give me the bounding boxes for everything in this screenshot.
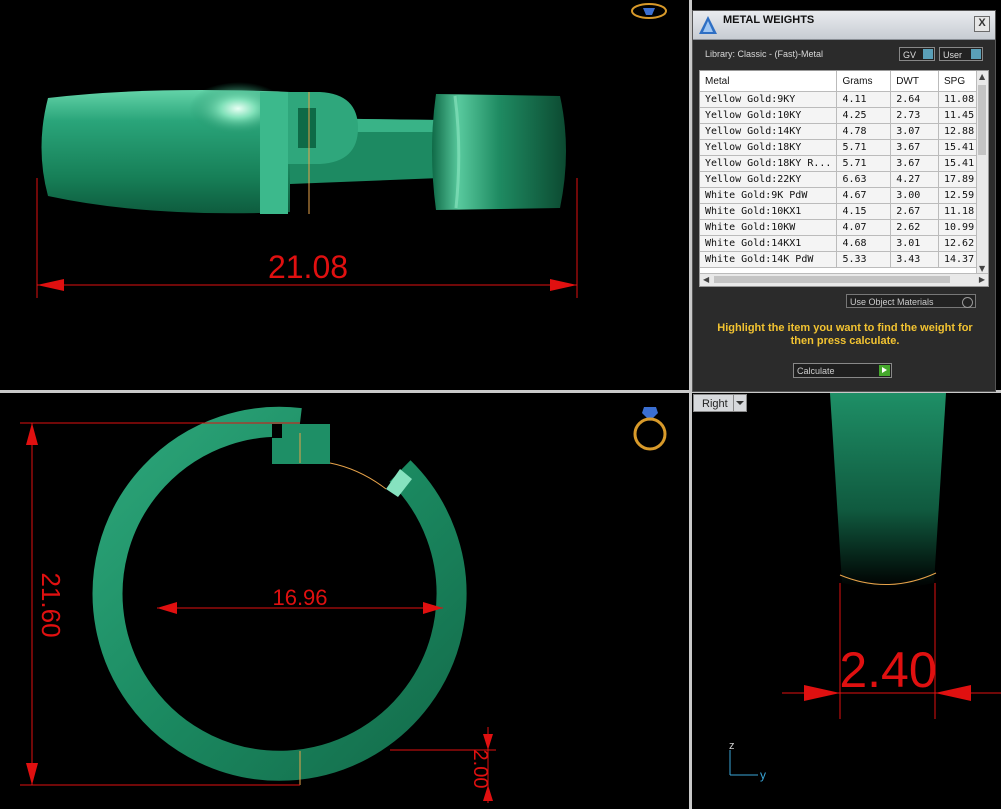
cell-dwt: 2.62: [890, 219, 939, 236]
cell-metal: White Gold:10KX1: [700, 203, 838, 220]
cell-metal: White Gold:9K PdW: [700, 187, 838, 204]
viewport-view-label: Right: [702, 398, 728, 410]
axis-z-label: z: [729, 740, 735, 752]
table-row[interactable]: Yellow Gold:14KY 4.78 3.07 12.88: [700, 123, 988, 140]
axis-indicator: [729, 750, 758, 776]
library-label: Library: Classic - (Fast)-Metal: [705, 49, 824, 59]
cell-dwt: 2.64: [890, 91, 939, 108]
cell-metal: Yellow Gold:22KY: [700, 171, 838, 188]
table-hscroll-thumb[interactable]: [714, 276, 950, 283]
table-header: Metal Grams DWT SPG: [700, 71, 988, 92]
scroll-left-icon[interactable]: ◀: [703, 275, 709, 284]
dimension-height-label: 21.60: [36, 572, 66, 637]
cell-metal: Yellow Gold:9KY: [700, 91, 838, 108]
gv-toggle-label: GV: [903, 50, 917, 60]
cell-grams: 5.71: [836, 155, 892, 172]
cell-metal: Yellow Gold:18KY: [700, 139, 838, 156]
dimension-thickness-label: 2.00: [469, 750, 491, 789]
play-icon[interactable]: [879, 365, 890, 376]
close-button[interactable]: X: [974, 16, 990, 32]
side-view-canvas: 21.60 16.96 2.00: [20, 406, 496, 803]
table-horizontal-scrollbar[interactable]: ◀ ▶: [700, 273, 988, 286]
column-header-dwt[interactable]: DWT: [890, 71, 939, 92]
bottom-right-viewport[interactable]: 2.40 z y: [692, 393, 1001, 809]
panel-title: METAL WEIGHTS: [723, 14, 815, 26]
cell-dwt: 2.73: [890, 107, 939, 124]
calculate-label: Calculate: [797, 366, 835, 376]
metal-weights-panel: METAL WEIGHTS X Library: Classic - (Fast…: [692, 10, 996, 392]
cell-grams: 4.78: [836, 123, 892, 140]
table-row[interactable]: Yellow Gold:18KY 5.71 3.67 15.41: [700, 139, 988, 156]
cell-grams: 4.68: [836, 235, 892, 252]
cell-metal: White Gold:14K PdW: [700, 251, 838, 268]
cell-dwt: 3.07: [890, 123, 939, 140]
axis-y-label: y: [760, 768, 766, 782]
cell-dwt: 3.43: [890, 251, 939, 268]
cell-dwt: 4.27: [890, 171, 939, 188]
table-row[interactable]: White Gold:14KX1 4.68 3.01 12.62: [700, 235, 988, 252]
cell-metal: Yellow Gold:18KY R...: [700, 155, 838, 172]
cell-grams: 5.71: [836, 139, 892, 156]
cell-grams: 4.07: [836, 219, 892, 236]
table-row[interactable]: White Gold:10KX1 4.15 2.67 11.18: [700, 203, 988, 220]
gv-toggle[interactable]: GV: [899, 47, 935, 61]
table-scroll-thumb[interactable]: [978, 85, 986, 155]
cell-metal: Yellow Gold:10KY: [700, 107, 838, 124]
metals-table[interactable]: Metal Grams DWT SPG Yellow Gold:9KY 4.11 2…: [699, 70, 989, 287]
cell-grams: 4.11: [836, 91, 892, 108]
cell-grams: 4.15: [836, 203, 892, 220]
front-view-canvas: 21.08: [36, 82, 578, 298]
cell-dwt: 3.67: [890, 139, 939, 156]
dimension-shank-label: 2.40: [839, 642, 936, 698]
cell-dwt: 3.00: [890, 187, 939, 204]
table-row[interactable]: White Gold:10KW 4.07 2.62 10.99: [700, 219, 988, 236]
chevron-down-icon[interactable]: [733, 395, 746, 411]
column-header-grams[interactable]: Grams: [836, 71, 892, 92]
ring-view-icon[interactable]: [628, 403, 672, 455]
cell-metal: White Gold:14KX1: [700, 235, 838, 252]
table-row[interactable]: White Gold:9K PdW 4.67 3.00 12.59: [700, 187, 988, 204]
cell-grams: 6.63: [836, 171, 892, 188]
panel-title-bar[interactable]: METAL WEIGHTS X: [693, 11, 995, 40]
cell-grams: 4.67: [836, 187, 892, 204]
cell-grams: 4.25: [836, 107, 892, 124]
scroll-right-icon[interactable]: ▶: [979, 275, 985, 284]
column-header-metal[interactable]: Metal: [700, 71, 838, 92]
cell-metal: Yellow Gold:14KY: [700, 123, 838, 140]
cell-grams: 5.33: [836, 251, 892, 268]
app-logo-icon: [699, 16, 717, 34]
dimension-width-label: 21.08: [268, 249, 348, 285]
table-row[interactable]: Yellow Gold:10KY 4.25 2.73 11.45: [700, 107, 988, 124]
viewport-view-selector[interactable]: Right: [693, 394, 747, 412]
user-toggle-label: User: [943, 50, 963, 60]
cell-dwt: 2.67: [890, 203, 939, 220]
ring-shank-right: [830, 393, 946, 588]
top-viewport[interactable]: 21.08: [0, 0, 690, 390]
cell-dwt: 3.01: [890, 235, 939, 252]
cell-dwt: 3.67: [890, 155, 939, 172]
bottom-left-viewport[interactable]: 21.60 16.96 2.00: [0, 393, 689, 809]
view-cube-icon[interactable]: [630, 0, 670, 22]
calculate-button[interactable]: Calculate: [793, 363, 892, 378]
use-object-materials-label: Use Object Materials: [850, 297, 934, 307]
user-toggle[interactable]: User: [939, 47, 983, 61]
table-row[interactable]: White Gold:14K PdW 5.33 3.43 14.37: [700, 251, 988, 268]
use-object-materials-button[interactable]: Use Object Materials: [846, 294, 976, 308]
scroll-up-icon[interactable]: ▲: [979, 72, 985, 81]
right-view-canvas: 2.40 z y: [729, 393, 1001, 782]
dimension-inner-label: 16.96: [272, 585, 327, 610]
scroll-down-icon[interactable]: ▼: [979, 264, 985, 273]
radio-icon[interactable]: [962, 297, 973, 308]
cell-metal: White Gold:10KW: [700, 219, 838, 236]
table-row[interactable]: Yellow Gold:9KY 4.11 2.64 11.08: [700, 91, 988, 108]
instruction-text: Highlight the item you want to find the …: [717, 322, 973, 347]
table-row[interactable]: Yellow Gold:22KY 6.63 4.27 17.89: [700, 171, 988, 188]
table-vertical-scrollbar[interactable]: ▲ ▼: [976, 71, 988, 274]
ring-block-right: [432, 94, 566, 210]
table-row[interactable]: Yellow Gold:18KY R... 5.71 3.67 15.41: [700, 155, 988, 172]
